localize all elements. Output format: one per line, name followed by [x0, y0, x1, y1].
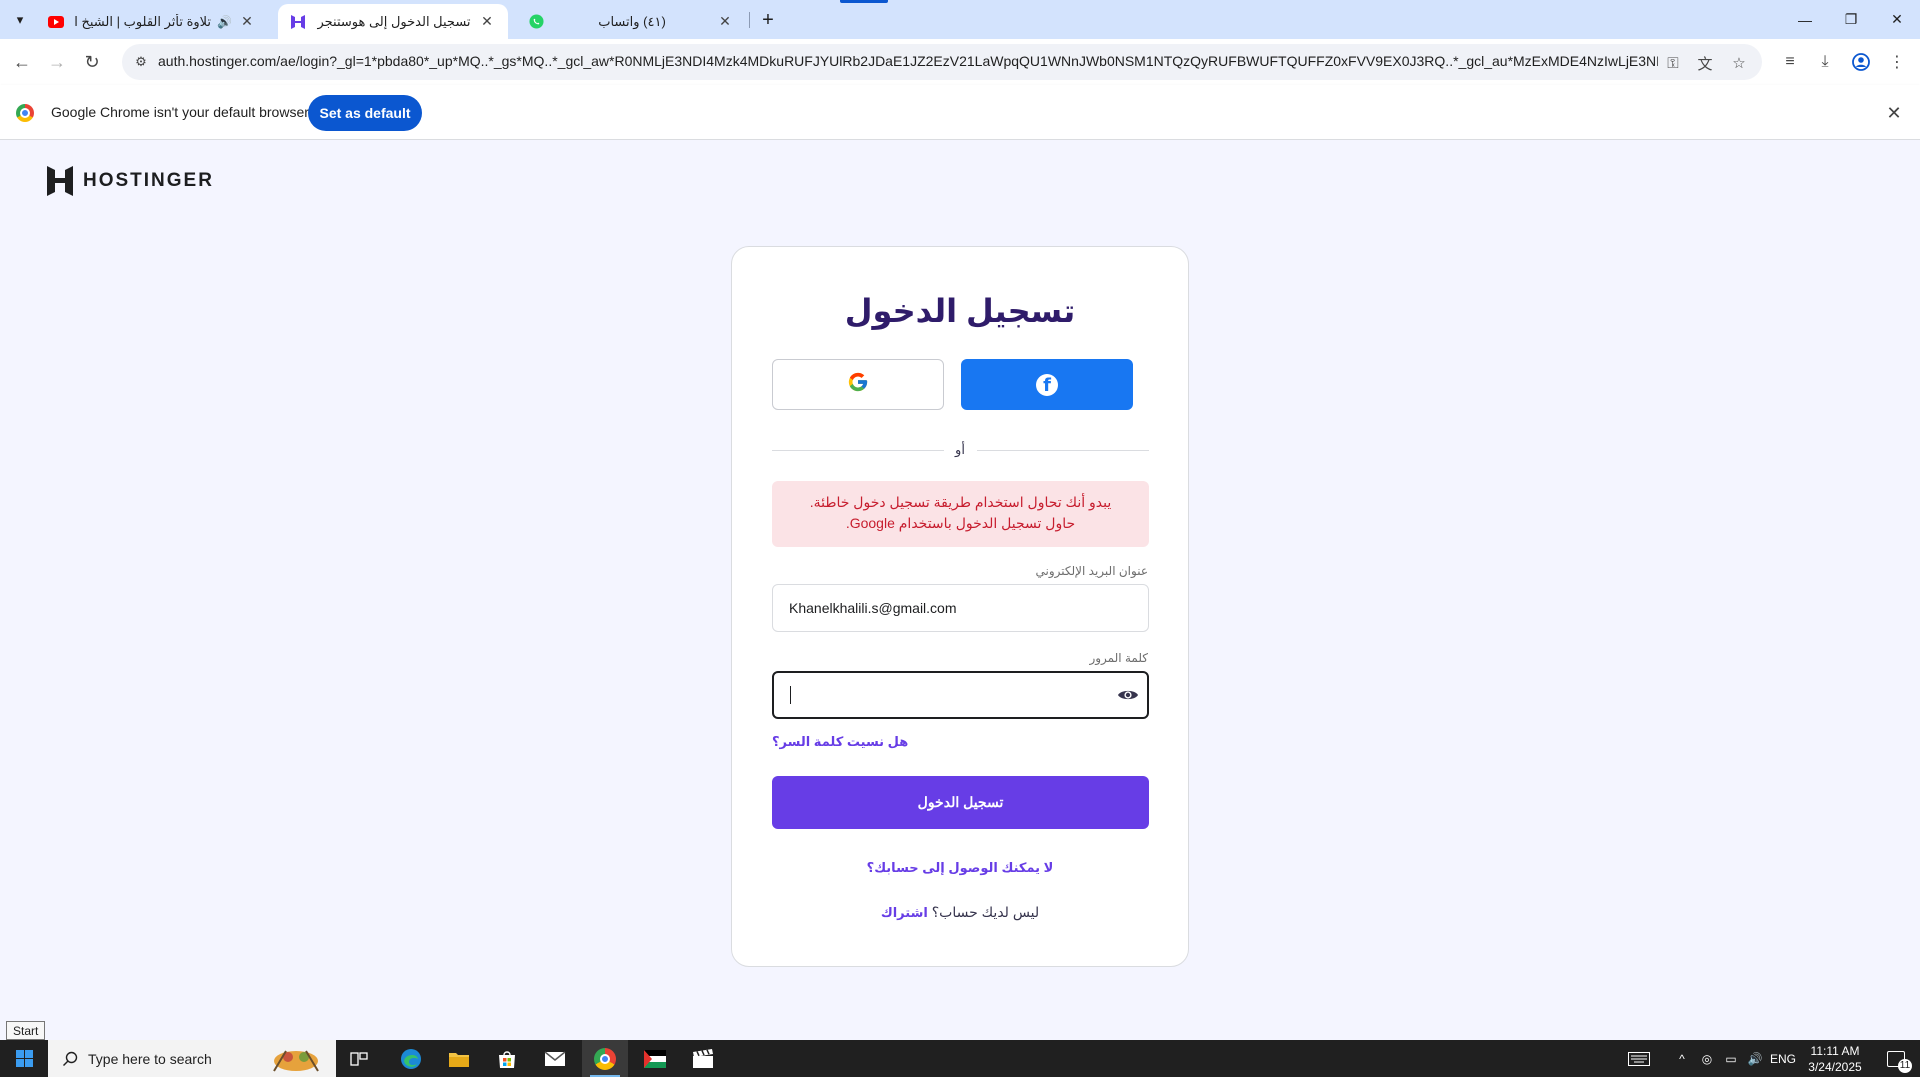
clock-date: 3/24/2025 [1808, 1060, 1862, 1074]
login-page: HOSTINGER تسجيل الدخول f أو يبدو أنك تحا… [0, 140, 1920, 1040]
cant-access-account-row: لا يمكنك الوصول إلى حسابك؟ [732, 859, 1188, 876]
video-editor-icon[interactable] [680, 1040, 726, 1077]
tab-search-chevron-icon[interactable]: ▾ [8, 8, 32, 32]
whatsapp-icon [528, 14, 544, 30]
start-button[interactable] [0, 1040, 48, 1077]
url-text[interactable]: auth.hostinger.com/ae/login?_gl=1*pbda80… [158, 53, 1658, 69]
hostinger-logo-icon [47, 166, 73, 196]
windows-taskbar: Type here to search ^ ◎ ▭ 🔊 ENG 11:11 AM… [0, 1040, 1920, 1077]
login-submit-button[interactable]: تسجيل الدخول [772, 776, 1149, 829]
tab-drag-indicator [840, 0, 888, 3]
login-card: تسجيل الدخول f أو يبدو أنك تحاول استخدام… [731, 246, 1189, 967]
close-tab-icon[interactable]: ✕ [716, 13, 734, 31]
password-key-icon[interactable]: ⚿ [1662, 52, 1684, 74]
chrome-logo-icon [16, 104, 34, 122]
media-control-icon[interactable]: ≡ [1777, 49, 1803, 75]
tray-chevron-up-icon[interactable]: ^ [1670, 1040, 1694, 1077]
tab-youtube[interactable]: تلاوة تأثر القلوب | الشيخ المن... 🔊 ✕ [36, 4, 268, 39]
tab-title: تلاوة تأثر القلوب | الشيخ المن... [74, 13, 212, 29]
tab-strip: ▾ تلاوة تأثر القلوب | الشيخ المن... 🔊 ✕ … [0, 0, 1920, 39]
chrome-taskbar-icon[interactable] [582, 1040, 628, 1077]
search-icon [62, 1051, 78, 1067]
search-highlight-icon [266, 1045, 326, 1073]
close-tab-icon[interactable]: ✕ [238, 13, 256, 31]
speaker-icon[interactable]: 🔊 [217, 15, 232, 29]
signup-link[interactable]: اشتراك [881, 905, 928, 920]
microsoft-store-icon[interactable] [484, 1040, 530, 1077]
facebook-login-button[interactable]: f [961, 359, 1133, 410]
close-window-icon[interactable]: ✕ [1874, 0, 1920, 39]
forgot-password-link[interactable]: هل نسيت كلمة السر؟ [772, 734, 908, 750]
language-indicator[interactable]: ENG [1768, 1040, 1798, 1077]
input-keyboard-icon[interactable] [1624, 1040, 1654, 1077]
address-bar[interactable]: ⚙ auth.hostinger.com/ae/login?_gl=1*pbda… [122, 44, 1762, 80]
show-password-eye-icon[interactable] [1117, 685, 1139, 705]
tab-separator [749, 12, 750, 28]
browser-toolbar: ← → ↻ ⚙ auth.hostinger.com/ae/login?_gl=… [0, 39, 1920, 85]
bookmark-star-icon[interactable]: ☆ [1728, 52, 1750, 74]
chrome-menu-icon[interactable]: ⋮ [1884, 49, 1910, 75]
translate-icon[interactable]: 文 [1694, 52, 1716, 74]
password-label: كلمة المرور [1089, 651, 1148, 665]
cant-access-account-link[interactable]: لا يمكنك الوصول إلى حسابك؟ [867, 860, 1054, 875]
facebook-icon: f [1036, 373, 1058, 396]
volume-icon[interactable]: 🔊 [1744, 1040, 1766, 1077]
search-placeholder: Type here to search [88, 1050, 212, 1067]
taskbar-search-box[interactable]: Type here to search [48, 1040, 336, 1077]
mail-icon[interactable] [532, 1040, 578, 1077]
email-field[interactable]: Khanelkhalili.s@gmail.com [772, 584, 1149, 632]
meet-now-icon[interactable]: ◎ [1696, 1040, 1718, 1077]
reload-icon[interactable]: ↻ [78, 48, 106, 76]
tab-whatsapp[interactable]: (٤١) واتساب ✕ [516, 4, 746, 39]
file-explorer-icon[interactable] [436, 1040, 482, 1077]
windows-logo-icon [15, 1050, 33, 1067]
hostinger-logo[interactable]: HOSTINGER [47, 166, 214, 196]
hostinger-icon [290, 14, 306, 30]
chrome-icon [594, 1047, 616, 1070]
back-arrow-icon[interactable]: ← [8, 48, 36, 76]
tab-hostinger[interactable]: تسجيل الدخول إلى هوستنجر ✕ [278, 4, 508, 39]
signup-row: ليس لديك حساب؟ اشتراك [732, 904, 1188, 921]
start-tooltip: Start [6, 1021, 46, 1040]
notification-badge: 11 [1898, 1059, 1912, 1073]
minimize-icon[interactable]: — [1782, 0, 1828, 39]
site-settings-icon[interactable]: ⚙ [132, 53, 150, 71]
edge-icon[interactable] [388, 1040, 434, 1077]
email-label: عنوان البريد الإلكتروني [1035, 564, 1148, 578]
network-icon[interactable]: ▭ [1720, 1040, 1742, 1077]
email-value: Khanelkhalili.s@gmail.com [789, 600, 957, 616]
forward-arrow-icon[interactable]: → [43, 48, 71, 76]
divider-or-text: أو [955, 442, 965, 457]
tab-title: (٤١) واتساب [598, 13, 666, 29]
error-alert: يبدو أنك تحاول استخدام طريقة تسجيل دخول … [772, 481, 1149, 547]
default-browser-infobar: Google Chrome isn't your default browser… [0, 85, 1920, 140]
profile-avatar-icon[interactable] [1848, 49, 1874, 75]
task-view-icon[interactable] [336, 1040, 382, 1077]
page-title: تسجيل الدخول [844, 293, 1076, 329]
password-field[interactable] [772, 671, 1149, 719]
text-caret [790, 686, 791, 704]
google-icon [847, 371, 869, 398]
close-tab-icon[interactable]: ✕ [478, 13, 496, 31]
tab-title: تسجيل الدخول إلى هوستنجر [317, 13, 471, 29]
youtube-icon [48, 14, 64, 30]
download-icon[interactable]: ⤓ [1812, 49, 1838, 75]
notification-center-icon[interactable]: 11 [1876, 1040, 1916, 1077]
infobar-message: Google Chrome isn't your default browser [51, 104, 309, 120]
restore-icon[interactable]: ❐ [1828, 0, 1874, 39]
google-login-button[interactable] [772, 359, 944, 410]
set-as-default-button[interactable]: Set as default [308, 95, 422, 131]
new-tab-button[interactable]: + [756, 8, 780, 32]
no-account-text: ليس لديك حساب؟ [931, 904, 1040, 920]
clock-time: 11:11 AM [1810, 1044, 1860, 1058]
clock[interactable]: 11:11 AM 3/24/2025 [1800, 1043, 1870, 1075]
infobar-close-icon[interactable]: ✕ [1882, 101, 1906, 125]
brand-name: HOSTINGER [83, 170, 214, 191]
flag-app-icon[interactable] [632, 1040, 678, 1077]
